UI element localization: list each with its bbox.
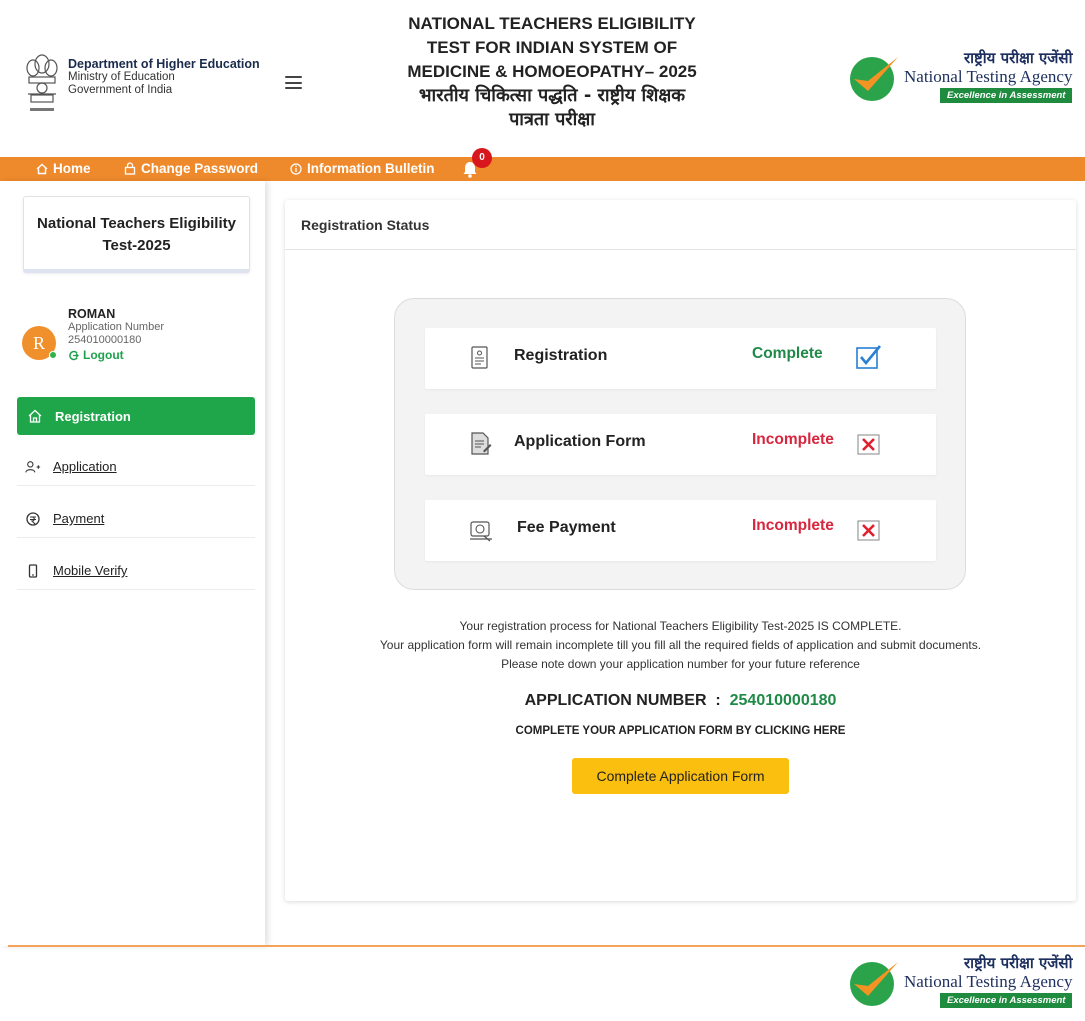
avatar: R [22, 326, 57, 360]
sidebar-item-application[interactable]: Application [17, 448, 255, 486]
mobile-icon [28, 563, 38, 578]
panel-title: Registration Status [285, 200, 1076, 250]
exam-title-line-1: National Teachers Eligibility [37, 215, 236, 232]
info-line-1: Your registration process for National T… [459, 619, 902, 633]
lock-icon [124, 162, 136, 175]
sidebar-item-mobile-verify[interactable]: Mobile Verify [17, 552, 255, 590]
sidebar-item-label: Application [53, 459, 117, 474]
footer-divider [8, 945, 1085, 947]
department-branding: Department of Higher Education Ministry … [22, 50, 260, 118]
top-navbar: Home Change Password Information Bulleti… [0, 157, 1085, 181]
status-incomplete: Incomplete [752, 431, 834, 448]
sidebar-item-payment[interactable]: Payment [17, 500, 255, 538]
info-line-2: Your application form will remain incomp… [379, 638, 982, 652]
add-user-icon [25, 460, 41, 472]
complete-application-form-button[interactable]: Complete Application Form [572, 758, 789, 794]
status-incomplete: Incomplete [752, 517, 834, 534]
home-icon [28, 409, 42, 423]
national-emblem-icon [26, 54, 58, 111]
nta-hindi-name: राष्ट्रीय परीक्षा एजेंसी [964, 954, 1073, 972]
checkbox-checked-icon [856, 345, 882, 369]
status-row-label: Application Form [514, 433, 646, 450]
sidebar-item-label: Mobile Verify [53, 563, 128, 578]
dept-name: Department of Higher Education [68, 57, 260, 71]
user-name: ROMAN [68, 307, 116, 321]
nav-home[interactable]: Home [36, 161, 91, 176]
document-icon [471, 346, 488, 369]
status-complete: Complete [752, 345, 823, 362]
nav-change-password-label: Change Password [141, 161, 259, 176]
title-english-line-1: NATIONAL TEACHERS ELIGIBILITY [408, 14, 696, 33]
page-title: NATIONAL TEACHERS ELIGIBILITY TEST FOR I… [372, 12, 732, 132]
exam-title-line-2: Test-2025 [102, 237, 171, 254]
registration-status-panel: Registration Status Registration Complet… [285, 200, 1076, 901]
title-english-line-2: TEST FOR INDIAN SYSTEM OF [426, 38, 678, 57]
application-number-separator: : [715, 692, 721, 709]
application-number-heading: APPLICATION NUMBER [524, 692, 707, 709]
nta-tagline: Excellence in Assessment [940, 993, 1073, 1008]
avatar-initial: R [32, 333, 45, 353]
title-hindi-line-1: भारतीय चिकित्सा पद्धति - राष्ट्रीय शिक्ष… [418, 85, 686, 106]
logout-link[interactable]: Logout [68, 349, 164, 362]
exam-title-card: National Teachers Eligibility Test-2025 [23, 196, 250, 273]
application-number-label: Application Number [68, 321, 164, 333]
sidebar: National Teachers Eligibility Test-2025 … [0, 181, 265, 946]
nav-change-password[interactable]: Change Password [124, 161, 258, 176]
form-icon [471, 432, 492, 455]
nta-tick-icon [850, 961, 898, 1006]
complete-form-instruction: COMPLETE YOUR APPLICATION FORM BY CLICKI… [515, 725, 846, 737]
nav-information-bulletin-label: Information Bulletin [307, 161, 435, 176]
status-box: Registration Complete Application Form I… [394, 298, 966, 590]
status-row-fee-payment: Fee Payment Incomplete [425, 500, 936, 561]
payment-icon [26, 511, 40, 526]
info-icon [290, 162, 302, 175]
online-status-dot [49, 351, 57, 359]
status-row-registration: Registration Complete [425, 328, 936, 389]
nta-logo: राष्ट्रीय परीक्षा एजेंसी National Testin… [846, 49, 1073, 103]
cross-box-icon [857, 520, 880, 541]
status-row-label: Fee Payment [517, 519, 616, 536]
fee-payment-icon [470, 521, 492, 542]
title-english-line-3: MEDICINE & HOMOEOPATHY– 2025 [407, 62, 697, 81]
nta-english-name: National Testing Agency [904, 972, 1073, 991]
hamburger-menu-icon[interactable] [285, 76, 302, 89]
nta-tagline: Excellence in Assessment [940, 88, 1073, 103]
registration-info-text: Your registration process for National T… [285, 617, 1076, 674]
home-icon [36, 163, 48, 174]
sidebar-item-label: Registration [55, 408, 131, 424]
ministry-name: Ministry of Education [68, 71, 175, 83]
sidebar-item-label: Payment [53, 511, 105, 526]
application-number-value: 254010000180 [729, 692, 837, 709]
nav-information-bulletin[interactable]: Information Bulletin [290, 161, 435, 176]
cross-box-icon [857, 434, 880, 455]
nta-tick-icon [850, 56, 898, 101]
user-profile: R ROMAN Application Number 254010000180 … [22, 308, 164, 362]
government-name: Government of India [68, 84, 173, 96]
info-line-3: Please note down your application number… [501, 657, 860, 671]
status-row-label: Registration [514, 347, 608, 364]
nta-english-name: National Testing Agency [904, 67, 1073, 86]
application-number: 254010000180 [68, 334, 142, 346]
logout-label: Logout [83, 348, 124, 362]
header: Department of Higher Education Ministry … [0, 0, 1085, 157]
nta-hindi-name: राष्ट्रीय परीक्षा एजेंसी [964, 49, 1073, 67]
footer-nta-logo: राष्ट्रीय परीक्षा एजेंसी National Testin… [846, 954, 1073, 1008]
notification-count-badge: 0 [472, 148, 492, 168]
status-row-application-form: Application Form Incomplete [425, 414, 936, 475]
application-number-display: APPLICATION NUMBER : 254010000180 [285, 692, 1076, 710]
title-hindi-line-2: पात्रता परीक्षा [509, 109, 595, 130]
page: Department of Higher Education Ministry … [0, 0, 1085, 1021]
sidebar-item-registration[interactable]: Registration [17, 397, 255, 435]
nav-home-label: Home [53, 161, 91, 176]
logout-icon [69, 350, 79, 361]
